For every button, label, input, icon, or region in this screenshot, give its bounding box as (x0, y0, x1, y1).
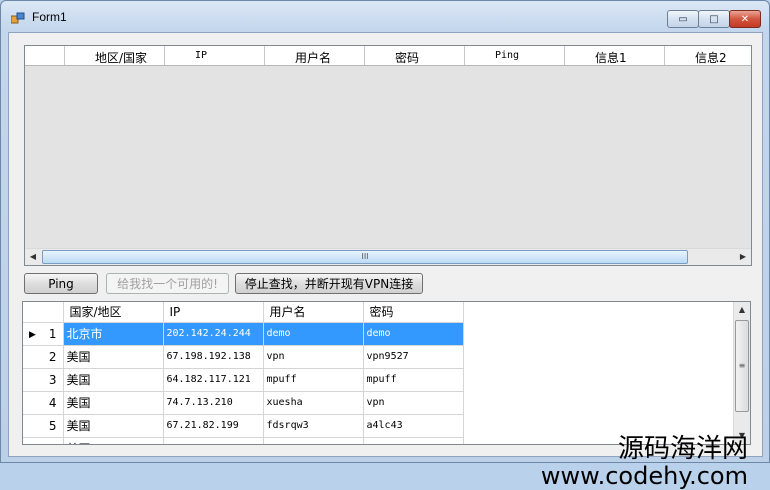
column-header-info2[interactable]: 信息2 (665, 46, 727, 65)
maximize-icon: □ (709, 13, 719, 25)
row-header-corner (25, 46, 65, 65)
cell-username[interactable]: vpn (263, 345, 364, 369)
scroll-thumb[interactable]: III (42, 250, 688, 264)
form-client-area: 地区/国家 IP 用户名 密码 Ping 信息1 信息2 ◀ III ▶ Pin… (8, 32, 763, 488)
table-header-row: 国家/地区 IP 用户名 密码 (23, 302, 464, 323)
row-header[interactable]: 2 (23, 345, 64, 369)
column-header-ping[interactable]: Ping (465, 46, 565, 65)
window-controls: ▭ □ ✕ (667, 10, 761, 28)
vertical-scrollbar[interactable]: ▲ ≡ ▼ (733, 302, 750, 444)
window-title: Form1 (32, 10, 67, 24)
column-header-username[interactable]: 用户名 (265, 46, 365, 65)
cell-ip[interactable]: 202.142.24.244 (163, 322, 264, 346)
row-header[interactable]: 4 (23, 391, 64, 415)
table-row-partial[interactable]: 美国 (23, 437, 464, 444)
watermark-title: 源码海洋网 (617, 434, 748, 464)
cell-password[interactable] (363, 437, 464, 444)
column-header-password[interactable]: 密码 (363, 302, 464, 323)
column-header-ip[interactable]: IP (163, 302, 264, 323)
row-header[interactable]: 3 (23, 368, 64, 392)
grid-header: 地区/国家 IP 用户名 密码 Ping 信息1 信息2 (25, 46, 751, 66)
cell-password[interactable]: mpuff (363, 368, 464, 392)
column-header-ip[interactable]: IP (165, 46, 265, 65)
cell-country[interactable]: 美国 (63, 368, 164, 392)
watermark: 源码海洋网 www.codehy.com (541, 436, 748, 488)
table-row[interactable]: 4 美国 74.7.13.210 xuesha vpn (23, 391, 464, 415)
cell-country[interactable]: 美国 (63, 345, 164, 369)
cell-ip[interactable]: 74.7.13.210 (163, 391, 264, 415)
scroll-left-icon[interactable]: ◀ (25, 250, 41, 264)
server-list-grid[interactable]: 地区/国家 IP 用户名 密码 Ping 信息1 信息2 ◀ III ▶ (24, 45, 752, 266)
cell-ip[interactable]: 64.182.117.121 (163, 368, 264, 392)
column-header-password[interactable]: 密码 (365, 46, 465, 65)
form-app-icon (11, 12, 25, 24)
cell-username[interactable] (263, 437, 364, 444)
find-available-button[interactable]: 给我找一个可用的! (106, 273, 229, 294)
column-header-username[interactable]: 用户名 (263, 302, 364, 323)
cell-password[interactable]: vpn9527 (363, 345, 464, 369)
maximize-button[interactable]: □ (698, 10, 730, 28)
scroll-thumb[interactable]: ≡ (735, 320, 749, 412)
cell-country[interactable]: 北京市 (63, 322, 164, 346)
current-row-icon: ▶ (29, 329, 36, 340)
table-row[interactable]: 3 美国 64.182.117.121 mpuff mpuff (23, 368, 464, 392)
row-header[interactable]: ▶ 1 (23, 322, 64, 346)
column-header-region[interactable]: 地区/国家 (65, 46, 165, 65)
cell-ip[interactable] (163, 437, 264, 444)
vpn-result-grid[interactable]: 国家/地区 IP 用户名 密码 ▶ 1 北京市 202.142.24.244 de… (22, 301, 751, 445)
cell-ip[interactable]: 67.198.192.138 (163, 345, 264, 369)
cell-country[interactable]: 美国 (63, 414, 164, 438)
table-row[interactable]: 5 美国 67.21.82.199 fdsrqw3 a4lc43 (23, 414, 464, 438)
ping-button[interactable]: Ping (24, 273, 98, 294)
row-header[interactable]: 5 (23, 414, 64, 438)
watermark-url: www.codehy.com (540, 462, 748, 490)
minimize-button[interactable]: ▭ (667, 10, 699, 28)
cell-username[interactable]: demo (263, 322, 364, 346)
main-window: Form1 ▭ □ ✕ 地区/国家 IP 用户名 密码 Ping 信息1 信息2… (0, 0, 770, 488)
cell-country[interactable]: 美国 (63, 391, 164, 415)
close-icon: ✕ (740, 13, 750, 25)
row-header-corner (23, 302, 64, 323)
column-header-country[interactable]: 国家/地区 (63, 302, 164, 323)
cell-username[interactable]: xuesha (263, 391, 364, 415)
close-button[interactable]: ✕ (729, 10, 761, 28)
cell-password[interactable]: demo (363, 322, 464, 346)
table-row[interactable]: ▶ 1 北京市 202.142.24.244 demo demo (23, 322, 464, 346)
cell-username[interactable]: fdsrqw3 (263, 414, 364, 438)
cell-username[interactable]: mpuff (263, 368, 364, 392)
column-header-info1[interactable]: 信息1 (565, 46, 665, 65)
cell-password[interactable]: vpn (363, 391, 464, 415)
cell-password[interactable]: a4lc43 (363, 414, 464, 438)
table-row[interactable]: 2 美国 67.198.192.138 vpn vpn9527 (23, 345, 464, 369)
cell-ip[interactable]: 67.21.82.199 (163, 414, 264, 438)
scroll-up-icon[interactable]: ▲ (734, 302, 750, 318)
minimize-icon: ▭ (678, 13, 688, 25)
row-header[interactable] (23, 437, 64, 444)
horizontal-scrollbar[interactable]: ◀ III ▶ (25, 248, 751, 265)
result-table: 国家/地区 IP 用户名 密码 ▶ 1 北京市 202.142.24.244 de… (23, 302, 464, 444)
title-bar[interactable]: Form1 ▭ □ ✕ (1, 1, 769, 33)
stop-disconnect-button[interactable]: 停止查找，并断开现有VPN连接 (235, 273, 423, 294)
scroll-right-icon[interactable]: ▶ (735, 250, 751, 264)
cell-country[interactable]: 美国 (63, 437, 164, 444)
